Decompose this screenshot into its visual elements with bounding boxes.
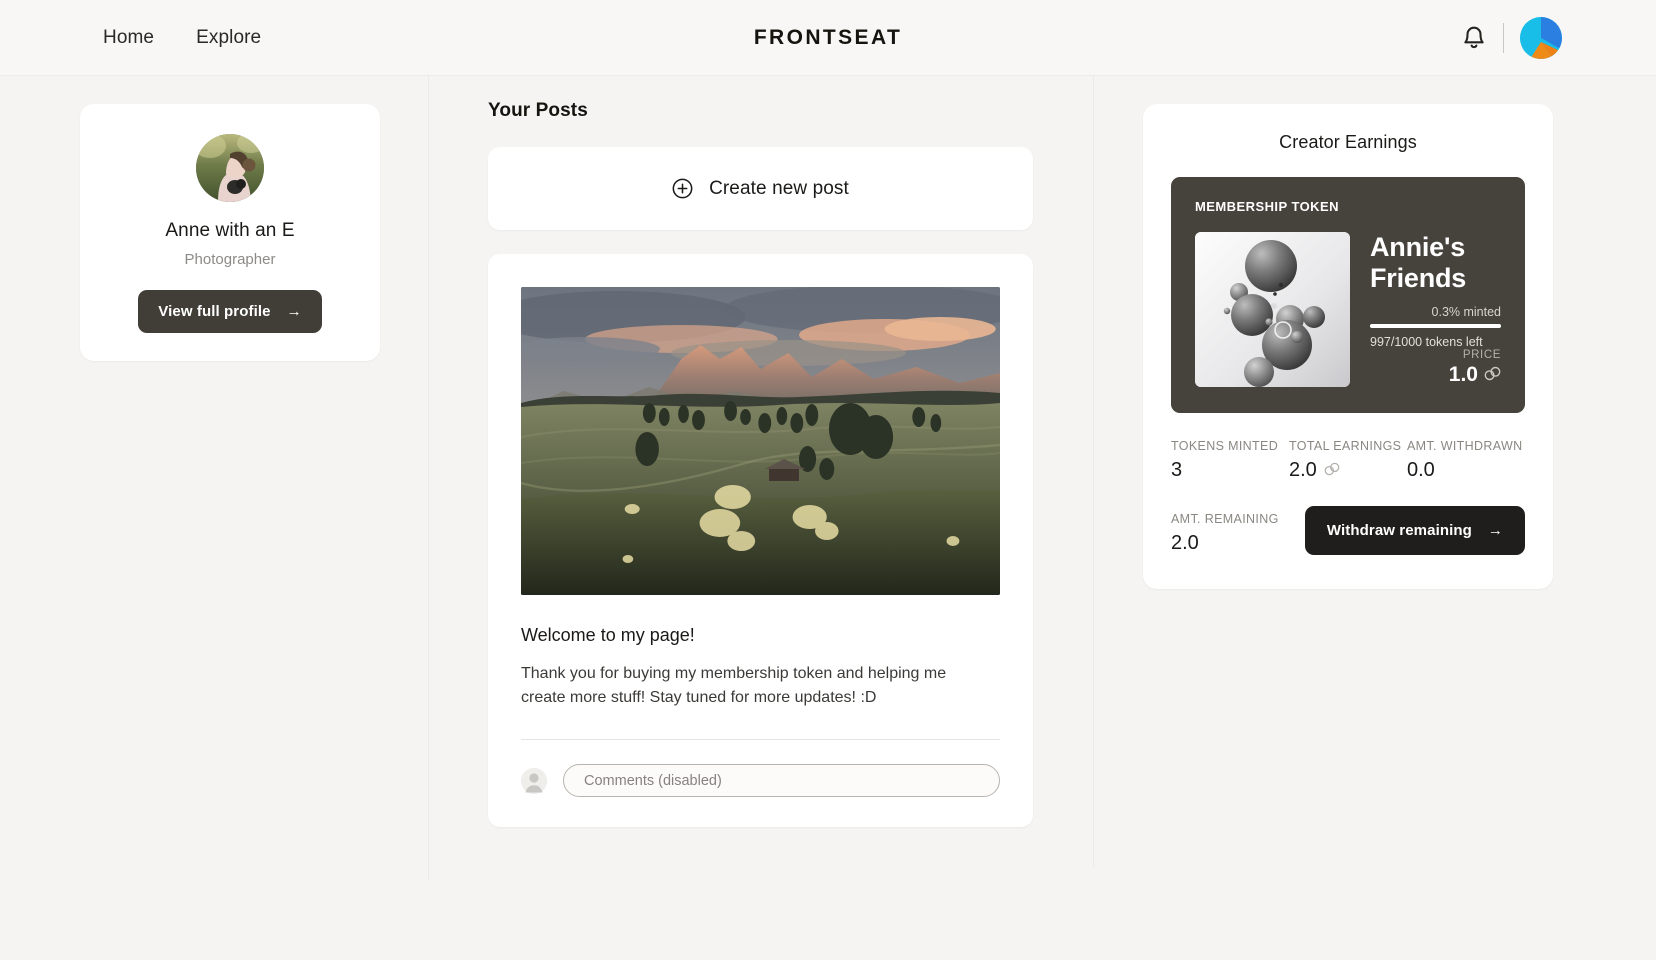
profile-role: Photographer — [184, 251, 276, 268]
token-name: Annie's Friends — [1370, 232, 1467, 294]
stat-label: AMT. REMAINING — [1171, 512, 1279, 526]
bell-icon[interactable] — [1461, 24, 1487, 52]
page-body: Anne with an E Photographer View full pr… — [0, 76, 1656, 960]
stat-amt-withdrawn: AMT. WITHDRAWN 0.0 — [1407, 439, 1525, 482]
stat-label: TOTAL EARNINGS — [1289, 439, 1402, 453]
nav-link-explore[interactable]: Explore — [196, 27, 261, 49]
nav-link-home[interactable]: Home — [103, 27, 154, 49]
earnings-stats-grid: TOKENS MINTED 3 TOTAL EARNINGS 2.0 AMT. … — [1171, 439, 1525, 482]
post-card: Welcome to my page! Thank you for buying… — [488, 254, 1033, 828]
mint-progress-fill — [1370, 323, 1501, 328]
profile-name: Anne with an E — [165, 220, 295, 241]
post-body: Thank you for buying my membership token… — [521, 665, 947, 706]
main-feed: Your Posts Create new post Welcome to my… — [428, 76, 1093, 960]
page-title: Your Posts — [488, 100, 588, 121]
creator-earnings-card: Creator Earnings MEMBERSHIP TOKEN Annie'… — [1143, 104, 1553, 589]
price-value-wrap: 1.0 — [1449, 363, 1501, 387]
stat-tokens-minted: TOKENS MINTED 3 — [1171, 439, 1289, 482]
earnings-footer: AMT. REMAINING 2.0 Withdraw remaining → — [1171, 506, 1525, 555]
withdraw-remaining-button[interactable]: Withdraw remaining → — [1304, 506, 1525, 555]
view-full-profile-button[interactable]: View full profile → — [138, 290, 322, 333]
mint-progress-bar — [1370, 323, 1501, 328]
token-info: Annie's Friends 0.3% minted 997/1000 tok… — [1370, 232, 1501, 387]
stat-label: TOKENS MINTED — [1171, 439, 1279, 453]
stat-amt-remaining: AMT. REMAINING 2.0 — [1171, 512, 1279, 555]
token-price: PRICE 1.0 — [1370, 349, 1501, 387]
stat-value-wrap: 2.0 — [1289, 459, 1407, 482]
profile-photo — [196, 134, 264, 202]
view-full-profile-label: View full profile — [158, 303, 271, 320]
stat-value-wrap: 2.0 — [1171, 532, 1279, 555]
chain-link-icon — [1484, 363, 1501, 387]
price-label: PRICE — [1462, 349, 1501, 361]
membership-token-body: Annie's Friends 0.3% minted 997/1000 tok… — [1195, 232, 1501, 387]
header-actions — [1461, 16, 1656, 59]
comment-input[interactable] — [563, 764, 1000, 798]
user-avatar[interactable] — [1520, 16, 1562, 59]
minted-percent-label: 0.3% minted — [1431, 304, 1501, 319]
stat-value-wrap: 0.0 — [1407, 459, 1525, 482]
comment-row — [521, 740, 1000, 805]
post-image[interactable] — [521, 287, 1000, 595]
post-title: Welcome to my page! — [521, 625, 695, 645]
earnings-panel: Creator Earnings MEMBERSHIP TOKEN Annie'… — [1093, 76, 1656, 960]
membership-token-card: MEMBERSHIP TOKEN Annie's Friends 0.3% mi… — [1171, 177, 1525, 413]
stat-value-wrap: 3 — [1171, 459, 1289, 482]
membership-token-kicker: MEMBERSHIP TOKEN — [1195, 199, 1339, 214]
create-new-post-button[interactable]: Create new post — [488, 147, 1033, 230]
create-new-post-label: Create new post — [709, 177, 849, 199]
chain-link-icon — [1324, 459, 1340, 482]
tokens-left-label: 997/1000 tokens left — [1370, 334, 1483, 349]
stat-value: 2.0 — [1289, 459, 1317, 481]
default-avatar-icon — [521, 767, 547, 794]
arrow-right-icon: → — [1487, 522, 1503, 539]
stat-label: AMT. WITHDRAWN — [1407, 439, 1523, 453]
header-divider — [1503, 22, 1504, 53]
primary-nav: Home Explore — [0, 27, 261, 49]
stat-value: 2.0 — [1171, 532, 1199, 554]
withdraw-remaining-label: Withdraw remaining — [1326, 522, 1472, 539]
left-column-divider — [428, 76, 429, 881]
app-header: Home Explore FRONTSEAT — [0, 0, 1656, 76]
plus-circle-icon — [672, 178, 693, 199]
stat-value: 3 — [1171, 459, 1183, 481]
stat-value: 0.0 — [1407, 459, 1435, 481]
right-column-divider — [1093, 76, 1094, 866]
arrow-right-icon: → — [286, 303, 302, 320]
creator-earnings-title: Creator Earnings — [1279, 132, 1417, 152]
sidebar: Anne with an E Photographer View full pr… — [0, 76, 428, 960]
profile-card: Anne with an E Photographer View full pr… — [80, 104, 380, 361]
app-logo[interactable]: FRONTSEAT — [754, 26, 902, 50]
price-value: 1.0 — [1448, 363, 1478, 386]
token-artwork[interactable] — [1195, 232, 1350, 387]
stat-total-earnings: TOTAL EARNINGS 2.0 — [1289, 439, 1407, 482]
